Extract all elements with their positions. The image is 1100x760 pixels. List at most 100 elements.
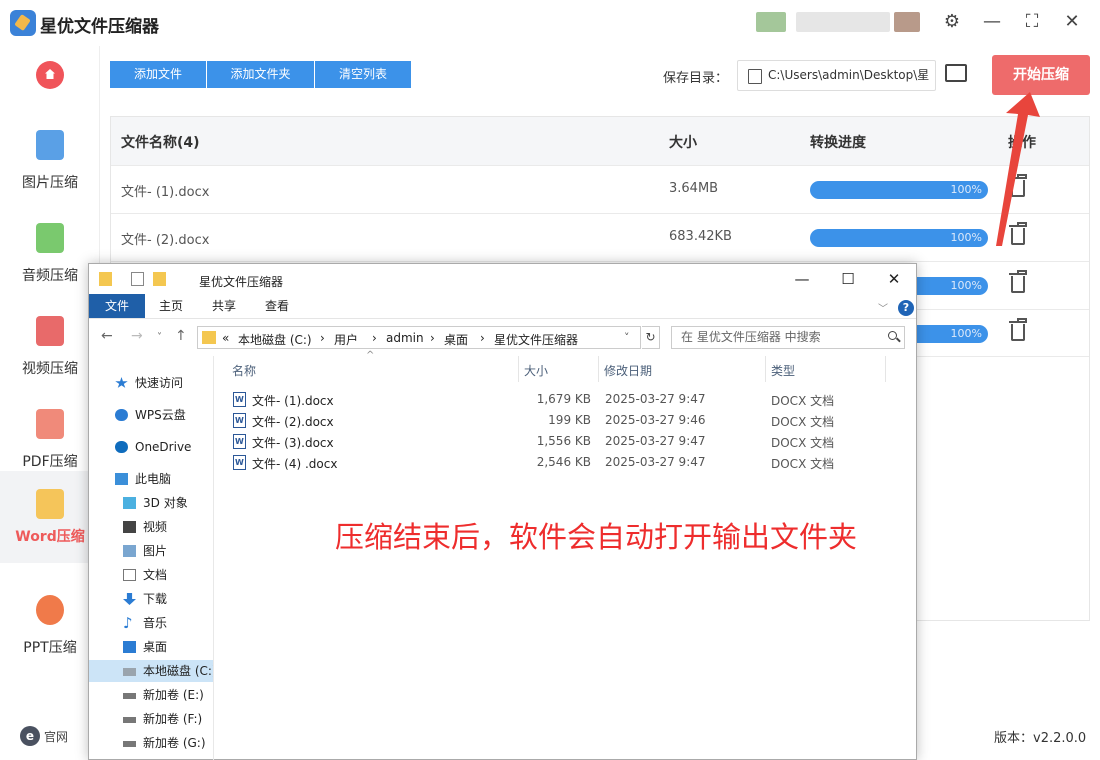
delete-icon[interactable] bbox=[1009, 270, 1027, 293]
tab-share[interactable]: 共享 bbox=[202, 294, 246, 318]
expand-ribbon-icon[interactable]: ﹀ bbox=[878, 300, 888, 315]
search-input[interactable]: 在 星优文件压缩器 中搜索 bbox=[671, 326, 905, 349]
breadcrumb-separator: › bbox=[430, 331, 435, 345]
delete-icon[interactable] bbox=[1009, 174, 1027, 197]
download-icon bbox=[123, 593, 136, 605]
drive-icon bbox=[123, 717, 136, 723]
add-folder-button[interactable]: 添加文件夹 bbox=[207, 61, 314, 88]
refresh-icon[interactable]: ↻ bbox=[642, 326, 660, 349]
progress-bar: 100% bbox=[810, 229, 988, 247]
explorer-minimize-button[interactable]: — bbox=[787, 268, 817, 290]
properties-icon[interactable] bbox=[131, 272, 144, 286]
breadcrumb-item[interactable]: 星优文件压缩器 bbox=[494, 331, 578, 348]
recent-dropdown-icon[interactable]: ˅ bbox=[157, 332, 162, 343]
settings-icon[interactable]: ⚙ bbox=[940, 10, 964, 34]
sidebar-item-ppt[interactable]: PPT压缩 bbox=[0, 581, 100, 673]
nav-volume-f[interactable]: 新加卷 (F:) bbox=[89, 708, 213, 730]
breadcrumb-more[interactable]: « bbox=[222, 331, 229, 345]
new-folder-icon[interactable] bbox=[153, 272, 166, 286]
start-compress-button[interactable]: 开始压缩 bbox=[992, 55, 1090, 95]
breadcrumb-separator: › bbox=[480, 331, 485, 345]
list-item[interactable]: 文件- (1).docx 1,679 KB 2025-03-27 9:47 DO… bbox=[229, 390, 909, 410]
nav-quick-access[interactable]: 快速访问 bbox=[89, 372, 213, 394]
nav-label: 新加卷 (F:) bbox=[143, 712, 203, 726]
home-icon[interactable] bbox=[36, 61, 64, 89]
nav-music[interactable]: ♪ 音乐 bbox=[89, 612, 213, 634]
breadcrumb-item[interactable]: admin bbox=[386, 331, 424, 345]
website-icon[interactable]: e bbox=[20, 726, 40, 746]
star-icon bbox=[115, 377, 128, 388]
file-name: 文件- (1).docx bbox=[121, 185, 210, 200]
explorer-maximize-button[interactable]: ☐ bbox=[833, 268, 863, 290]
app-title: 星优文件压缩器 bbox=[40, 17, 159, 37]
nav-local-disk-c[interactable]: 本地磁盘 (C:) bbox=[89, 660, 213, 682]
breadcrumb-item[interactable]: 用户 bbox=[334, 331, 358, 348]
list-item[interactable]: 文件- (4) .docx 2,546 KB 2025-03-27 9:47 D… bbox=[229, 453, 909, 473]
breadcrumb-item[interactable]: 桌面 bbox=[444, 331, 468, 348]
delete-icon[interactable] bbox=[1009, 318, 1027, 341]
back-icon[interactable]: ← bbox=[101, 328, 113, 344]
sidebar-item-label: PPT压缩 bbox=[23, 640, 77, 656]
clear-list-button[interactable]: 清空列表 bbox=[315, 61, 411, 88]
nav-this-pc[interactable]: 此电脑 bbox=[89, 468, 213, 490]
computer-icon bbox=[115, 473, 128, 485]
nav-onedrive[interactable]: OneDrive bbox=[89, 436, 213, 458]
delete-icon[interactable] bbox=[1009, 222, 1027, 245]
close-button[interactable]: ✕ bbox=[1060, 10, 1084, 34]
sidebar-item-image[interactable]: 图片压缩 bbox=[0, 116, 100, 208]
open-folder-icon[interactable] bbox=[945, 64, 967, 82]
add-file-button[interactable]: 添加文件 bbox=[110, 61, 206, 88]
tab-home[interactable]: 主页 bbox=[149, 294, 193, 318]
forward-icon[interactable]: → bbox=[131, 328, 143, 344]
tab-file[interactable]: 文件 bbox=[89, 294, 145, 318]
help-icon[interactable]: ? bbox=[898, 300, 914, 316]
pdf-icon bbox=[36, 409, 64, 439]
word-doc-icon bbox=[233, 392, 246, 407]
col-type-header[interactable]: 类型 bbox=[771, 362, 795, 379]
nav-documents[interactable]: 文档 bbox=[89, 564, 213, 586]
image-icon bbox=[36, 130, 64, 160]
save-path-field[interactable]: C:\Users\admin\Desktop\星 bbox=[737, 60, 936, 91]
col-size-header[interactable]: 大小 bbox=[524, 362, 548, 379]
up-icon[interactable]: ↑ bbox=[175, 328, 187, 344]
nav-label: 视频 bbox=[143, 520, 168, 534]
sidebar-item-audio[interactable]: 音频压缩 bbox=[0, 209, 100, 301]
explorer-close-button[interactable]: ✕ bbox=[879, 268, 909, 290]
sidebar: 图片压缩 音频压缩 视频压缩 PDF压缩 Word压缩 PPT压缩 e 官网 bbox=[0, 46, 100, 760]
nav-videos[interactable]: 视频 bbox=[89, 516, 213, 538]
nav-pictures[interactable]: 图片 bbox=[89, 540, 213, 562]
list-item[interactable]: 文件- (2).docx 199 KB 2025-03-27 9:46 DOCX… bbox=[229, 411, 909, 431]
user-avatar[interactable] bbox=[756, 12, 786, 32]
col-name-header[interactable]: 名称 bbox=[232, 362, 256, 379]
minimize-button[interactable]: — bbox=[980, 10, 1004, 34]
file-name: 文件- (1).docx bbox=[252, 394, 334, 408]
nav-label: 本地磁盘 (C:) bbox=[143, 664, 213, 678]
sidebar-item-label: 视频压缩 bbox=[22, 361, 78, 377]
file-name: 文件- (3).docx bbox=[252, 436, 334, 450]
nav-volume-e[interactable]: 新加卷 (E:) bbox=[89, 684, 213, 706]
pictures-icon bbox=[123, 545, 136, 557]
nav-wps-cloud[interactable]: WPS云盘 bbox=[89, 404, 213, 426]
website-link[interactable]: 官网 bbox=[44, 728, 68, 745]
col-date-header[interactable]: 修改日期 bbox=[604, 362, 652, 379]
file-date: 2025-03-27 9:47 bbox=[605, 455, 706, 469]
nav-volume-g[interactable]: 新加卷 (G:) bbox=[89, 732, 213, 754]
sidebar-item-video[interactable]: 视频压缩 bbox=[0, 302, 100, 394]
address-dropdown-icon[interactable]: ˅ bbox=[624, 331, 630, 344]
column-separator bbox=[885, 356, 886, 382]
sidebar-item-label: PDF压缩 bbox=[22, 454, 78, 470]
nav-downloads[interactable]: 下载 bbox=[89, 588, 213, 610]
col-progress-header: 转换进度 bbox=[810, 135, 866, 151]
tab-view[interactable]: 查看 bbox=[255, 294, 299, 318]
app-logo-icon bbox=[10, 10, 36, 36]
address-bar[interactable]: « 本地磁盘 (C:) › 用户 › admin › 桌面 › 星优文件压缩器 … bbox=[197, 326, 641, 349]
list-item[interactable]: 文件- (3).docx 1,556 KB 2025-03-27 9:47 DO… bbox=[229, 432, 909, 452]
sidebar-item-word[interactable]: Word压缩 bbox=[0, 471, 100, 563]
drive-icon bbox=[123, 693, 136, 699]
nav-desktop[interactable]: 桌面 bbox=[89, 636, 213, 658]
maximize-button[interactable]: ⛶ bbox=[1020, 10, 1044, 34]
nav-3d-objects[interactable]: 3D 对象 bbox=[89, 492, 213, 514]
annotation-text: 压缩结束后，软件会自动打开输出文件夹 bbox=[335, 520, 858, 554]
sidebar-item-label: 音频压缩 bbox=[22, 268, 78, 284]
breadcrumb-item[interactable]: 本地磁盘 (C:) bbox=[238, 331, 312, 348]
